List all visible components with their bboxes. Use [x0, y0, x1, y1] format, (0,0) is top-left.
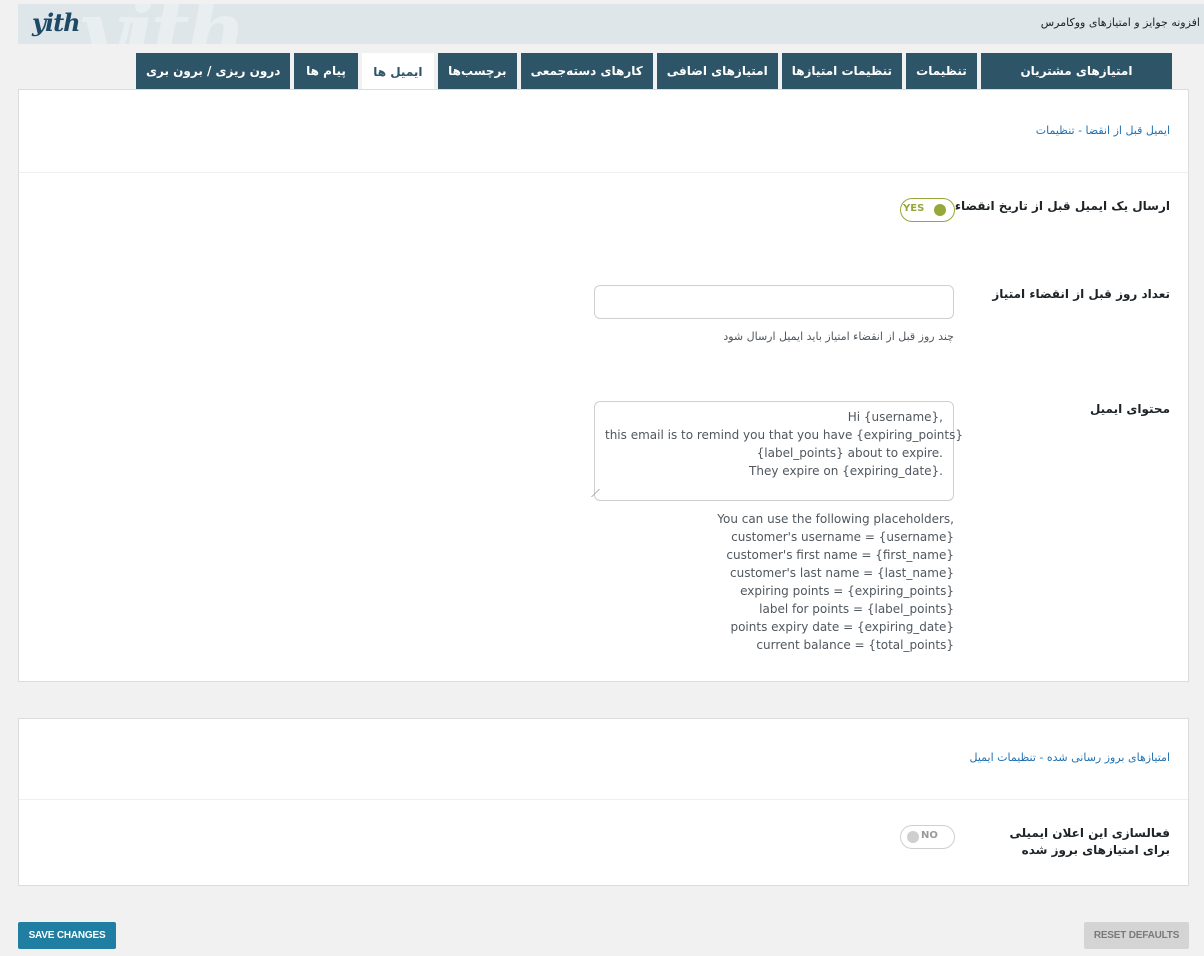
toggle-knob	[907, 831, 919, 843]
tab-bulk-actions[interactable]: کارهای دسته‌جمعی	[520, 53, 653, 89]
placeholder-line: customer's username = {username}	[731, 530, 954, 544]
tab-labels[interactable]: برچسب‌ها	[438, 53, 517, 89]
tab-customer-points[interactable]: امتیازهای مشتریان	[980, 53, 1172, 89]
send-email-label: ارسال یک ایمیل قبل از تاریخ انقضاء	[954, 199, 1170, 213]
save-changes-button[interactable]: SAVE CHANGES	[18, 922, 116, 949]
placeholder-line: points expiry date = {expiring_date}	[730, 620, 954, 634]
email-content-textarea[interactable]: Hi {username}, this email is to remind y…	[591, 401, 964, 501]
placeholder-line: expiring points = {expiring_points}	[740, 584, 954, 598]
email-content-line: {label_points} about to expire.	[756, 446, 943, 460]
days-before-input[interactable]	[594, 285, 954, 319]
placeholders-help: You can use the following placeholders, …	[717, 510, 954, 654]
enable-notification-label: فعالسازی این اعلان ایمیلی برای امتیازهای…	[1009, 826, 1170, 857]
placeholder-line: customer's first name = {first_name}	[726, 548, 954, 562]
tab-emails[interactable]: ایمیل ها	[361, 53, 435, 90]
plugin-title: افزونه جوایز و امتیازهای ووکامرس	[1040, 16, 1200, 29]
placeholder-line: label for points = {label_points}	[759, 602, 954, 616]
resize-grip-icon[interactable]	[591, 489, 607, 497]
days-before-label: تعداد روز قبل از انقضاء امتیاز	[992, 287, 1170, 301]
tab-extra-points[interactable]: امتیازهای اضافی	[656, 53, 778, 89]
days-before-description: چند روز قبل از انقضاء امتیاز باید ایمیل …	[723, 330, 954, 343]
toggle-state-label: NO	[921, 830, 938, 841]
tab-messages[interactable]: پیام ها	[294, 53, 358, 89]
reset-defaults-button[interactable]: RESET DEFAULTS	[1084, 922, 1189, 949]
placeholder-line: You can use the following placeholders,	[717, 512, 954, 526]
toggle-knob	[934, 204, 946, 216]
placeholder-line: current balance = {total_points}	[756, 638, 954, 652]
email-content-line: Hi {username},	[847, 410, 943, 424]
updated-points-email-panel: امتیازهای بروز رسانی شده - تنظیمات ایمیل…	[18, 718, 1189, 886]
section-divider	[19, 172, 1188, 173]
plugin-header-banner: yith yith افزونه جوایز و امتیازهای ووکام…	[18, 4, 1204, 44]
email-content-line: this email is to remind you that you hav…	[605, 428, 964, 442]
tab-import-export[interactable]: درون ریزی / برون بری	[136, 53, 291, 89]
section-heading: امتیازهای بروز رسانی شده - تنظیمات ایمیل	[969, 751, 1171, 764]
placeholder-line: customer's last name = {last_name}	[730, 566, 954, 580]
toggle-state-label: YES	[903, 203, 925, 214]
expiry-email-panel: ایمیل قبل از انقضا - تنظیمات ارسال یک ای…	[18, 89, 1189, 682]
enable-notification-toggle[interactable]: NO	[900, 825, 955, 849]
email-content-label: محتوای ایمیل	[1089, 402, 1170, 416]
tab-points-settings[interactable]: تنظیمات امتیازها	[781, 53, 903, 89]
section-heading: ایمیل قبل از انقضا - تنظیمات	[1035, 124, 1170, 137]
yith-logo: yith	[32, 8, 81, 37]
section-divider	[19, 799, 1188, 800]
settings-tabs: امتیازهای مشتریان تنظیمات تنظیمات امتیاز…	[136, 53, 1172, 90]
banner-watermark: yith	[78, 4, 247, 44]
email-content-line: They expire on {expiring_date}.	[749, 464, 943, 478]
tab-settings[interactable]: تنظیمات	[906, 53, 977, 89]
send-email-toggle[interactable]: YES	[900, 198, 955, 222]
